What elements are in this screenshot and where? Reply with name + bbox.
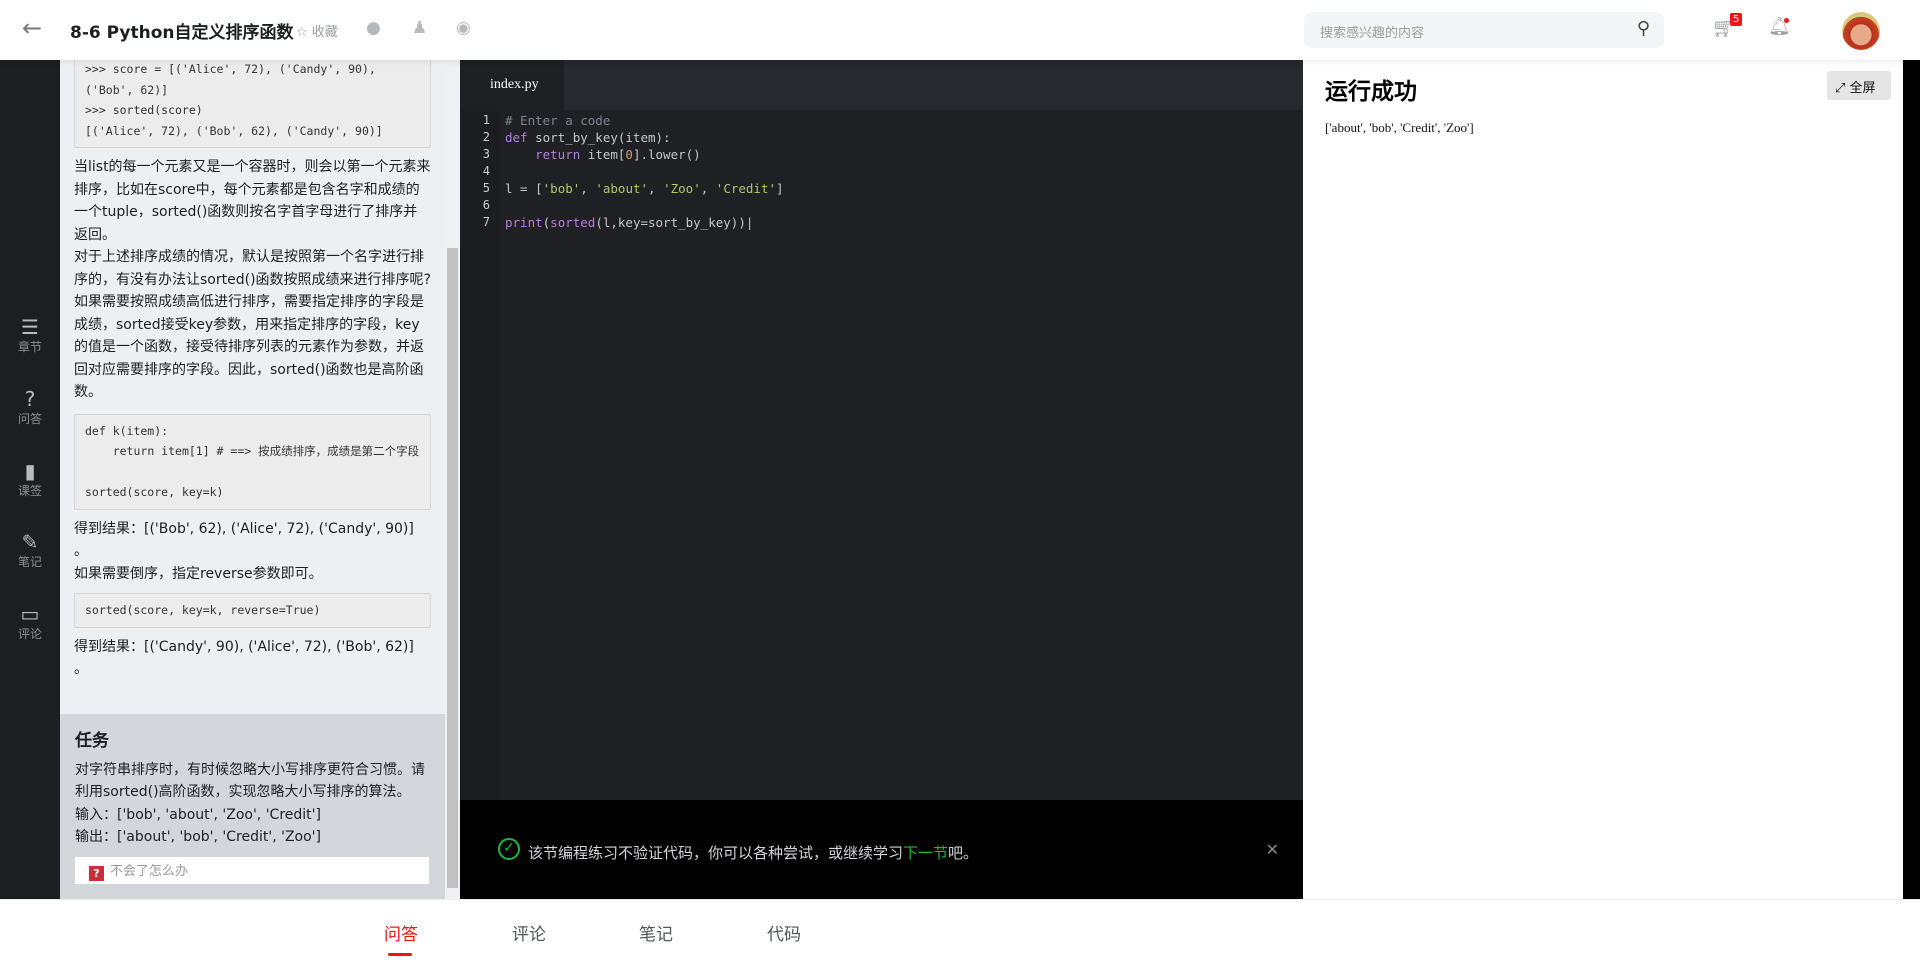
comment-icon: ▭ xyxy=(20,602,40,626)
back-arrow-icon[interactable]: ← xyxy=(22,14,42,42)
paragraph: 对于上述排序成绩的情况，默认是按照第一个名字进行排序的，有没有办法让sorted… xyxy=(74,249,431,288)
line-number: 2 xyxy=(482,130,490,144)
paragraph: 如果需要倒序，指定reverse参数即可。 xyxy=(74,565,323,582)
avatar[interactable] xyxy=(1842,12,1880,50)
task-output: 输出：['about', 'bob', 'Credit', 'Zoo'] xyxy=(75,829,321,845)
tab-comments[interactable]: 评论 xyxy=(512,920,546,945)
wechat-share-icon[interactable]: ● xyxy=(366,18,381,38)
question-icon: ? xyxy=(24,387,36,411)
task-section: 任务 对字符串排序时，有时候忽略大小写排序更符合习惯。请利用sorted()高阶… xyxy=(60,714,445,899)
line-number: 3 xyxy=(482,147,490,161)
search-placeholder: 搜索感兴趣的内容 xyxy=(1320,26,1425,41)
weibo-share-icon[interactable]: ◉ xyxy=(456,18,471,38)
paragraph: 当list的每一个元素又是一个容器时，则会以第一个元素来排序，比如在score中… xyxy=(74,159,431,243)
close-icon[interactable]: ✕ xyxy=(1266,840,1279,859)
bookmark-icon: ▮ xyxy=(24,459,36,483)
task-description: 对字符串排序时，有时候忽略大小写排序更符合习惯。请利用sorted()高阶函数，… xyxy=(75,761,425,801)
task-input: 输入：['bob', 'about', 'Zoo', 'Credit'] xyxy=(75,806,321,823)
sidebar-label: 问答 xyxy=(17,412,42,426)
star-icon: ☆ xyxy=(296,25,308,40)
search-input[interactable]: 搜索感兴趣的内容 ⚲ xyxy=(1304,12,1664,48)
notice-text: 该节编程练习不验证代码，你可以各种尝试，或继续学习 xyxy=(528,844,904,862)
line-number: 5 xyxy=(482,181,490,195)
favorite-label: 收藏 xyxy=(311,25,338,40)
sidebar-label: 评论 xyxy=(17,627,42,641)
sidebar-item-chapters[interactable]: ☰ 章节 xyxy=(0,316,60,355)
sidebar-label: 章节 xyxy=(17,340,42,354)
paragraph: 得到结果：[('Bob', 62), ('Alice', 72), ('Cand… xyxy=(74,520,414,560)
qq-share-icon[interactable]: ♟ xyxy=(412,18,427,38)
help-button[interactable]: ? 不会了怎么办 xyxy=(75,857,429,884)
fullscreen-button[interactable]: ⤢ 全屏 xyxy=(1827,71,1891,100)
top-header: ← 8-6 Python自定义排序函数 ☆ 收藏 ● ♟ ◉ 搜索感兴趣的内容 … xyxy=(0,0,1920,60)
list-icon: ☰ xyxy=(21,315,39,339)
task-title: 任务 xyxy=(75,731,109,751)
output-title: 运行成功 xyxy=(1325,79,1417,105)
tab-notes[interactable]: 笔记 xyxy=(639,920,673,945)
line-number: 7 xyxy=(482,215,490,229)
info-notice: ✓ 该节编程练习不验证代码，你可以各种尝试，或继续学习下一节吧。 ✕ xyxy=(460,800,1303,899)
question-icon: ? xyxy=(89,866,104,881)
page-title: 8-6 Python自定义排序函数 xyxy=(70,23,294,43)
editor-tabs: index.py xyxy=(460,60,1303,110)
cart-badge: 5 xyxy=(1730,13,1743,26)
scrollbar[interactable] xyxy=(445,60,460,899)
code-text[interactable]: # Enter a code def sort_by_key(item): re… xyxy=(505,112,784,231)
notice-text-end: 吧。 xyxy=(948,844,979,862)
right-edge xyxy=(1903,60,1920,899)
code-block: sorted(score, key=k, reverse=True) xyxy=(74,593,431,628)
tab-qa[interactable]: 问答 xyxy=(384,920,418,956)
line-number: 6 xyxy=(482,198,490,212)
sidebar-label: 笔记 xyxy=(17,555,42,569)
paragraph: 得到结果：[('Candy', 90), ('Alice', 72), ('Bo… xyxy=(74,638,414,678)
line-number: 4 xyxy=(482,164,490,178)
sidebar-label: 课签 xyxy=(17,484,42,498)
tab-code[interactable]: 代码 xyxy=(767,920,801,945)
bottom-tabs: 问答 评论 笔记 代码 xyxy=(0,899,1920,969)
paragraph: 如果需要按照成绩高低进行排序，需要指定排序的字段是成绩，sorted接受key参… xyxy=(74,294,424,400)
sidebar-item-bookmark[interactable]: ▮ 课签 xyxy=(0,460,60,499)
code-editor[interactable]: index.py 1 2 3 4 5 6 7 # Enter a code def sort… xyxy=(460,60,1303,800)
scrollbar-thumb[interactable] xyxy=(447,248,458,888)
pencil-icon: ✎ xyxy=(21,530,39,554)
favorite-button[interactable]: ☆ 收藏 xyxy=(296,21,338,40)
sidebar-item-qa[interactable]: ? 问答 xyxy=(0,388,60,427)
output-result: ['about', 'bob', 'Credit', 'Zoo'] xyxy=(1325,120,1474,135)
code-block: >>> score = [('Alice', 72), ('Candy', 90… xyxy=(74,60,431,148)
expand-icon: ⤢ xyxy=(1835,81,1846,96)
code-block: def k(item): return item[1] # ==> 按成绩排序，… xyxy=(74,413,431,510)
line-numbers: 1 2 3 4 5 6 7 xyxy=(460,110,502,800)
sidebar-item-comments[interactable]: ▭ 评论 xyxy=(0,603,60,642)
help-label: 不会了怎么办 xyxy=(110,864,189,879)
lesson-content: >>> score = [('Alice', 72), ('Candy', 90… xyxy=(60,60,445,899)
check-circle-icon: ✓ xyxy=(498,838,520,860)
line-number: 1 xyxy=(482,113,490,127)
search-icon[interactable]: ⚲ xyxy=(1637,18,1650,39)
next-section-link[interactable]: 下一节 xyxy=(903,844,948,862)
output-panel: 运行成功 ⤢ 全屏 ['about', 'bob', 'Credit', 'Zo… xyxy=(1303,60,1903,899)
fullscreen-label: 全屏 xyxy=(1849,81,1876,96)
left-sidebar: ☰ 章节 ? 问答 ▮ 课签 ✎ 笔记 ▭ 评论 xyxy=(0,60,60,899)
tab-index-py[interactable]: index.py xyxy=(460,60,564,110)
notification-dot xyxy=(1784,18,1789,23)
sidebar-item-notes[interactable]: ✎ 笔记 xyxy=(0,531,60,570)
